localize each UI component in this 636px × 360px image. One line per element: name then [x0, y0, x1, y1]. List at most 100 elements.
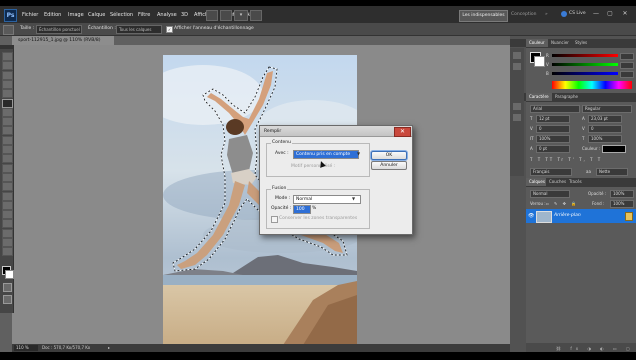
brush-tool-icon[interactable] [2, 117, 13, 127]
menu-3[interactable]: Calque [88, 12, 105, 18]
workspace-essentials-button[interactable]: Les indispensables [459, 10, 508, 22]
blend-mode-select[interactable]: Normal [530, 190, 570, 198]
quick-select-tool-icon[interactable] [2, 79, 13, 89]
document-tab[interactable]: sport-112915_1.jpg @ 110% (RVB/8) [12, 36, 114, 45]
tab-styles[interactable]: Styles [572, 39, 591, 47]
sample-size-select[interactable]: Échantillon ponctuel [36, 25, 82, 34]
menu-4[interactable]: Sélection [110, 12, 133, 18]
mode-select[interactable]: Normal [293, 195, 361, 204]
clone-stamp-tool-icon[interactable] [2, 126, 13, 136]
cs-live-button[interactable]: CS Live [569, 11, 586, 16]
tracking-field[interactable]: 0 [588, 125, 622, 133]
sample-layers-select[interactable]: Tous les calques [116, 25, 162, 34]
bridge-icon[interactable] [206, 10, 218, 21]
avec-dropdown-chevron-icon[interactable]: ▼ [357, 151, 360, 156]
leading-field[interactable]: 23,03 pt [588, 115, 622, 123]
cancel-button[interactable]: Annuler [371, 161, 407, 170]
eyedropper-tool-preset-icon[interactable] [3, 25, 14, 35]
screen-mode-icon[interactable] [3, 295, 12, 304]
language-select[interactable]: Français [530, 168, 572, 176]
fill-field[interactable]: 100% [610, 200, 634, 208]
preserve-transparency-checkbox[interactable] [271, 216, 278, 223]
color-ramp[interactable] [552, 81, 632, 89]
arrange-documents-icon[interactable] [250, 10, 262, 21]
layer-row-arriere-plan[interactable]: 👁 Arrière-plan [526, 209, 636, 223]
layer-name[interactable]: Arrière-plan [554, 213, 581, 218]
tab-couleur[interactable]: Couleur [526, 39, 548, 47]
font-style-select[interactable]: Regular [582, 105, 632, 113]
menu-6[interactable]: Analyse [157, 12, 177, 18]
pen-tool-icon[interactable] [2, 182, 13, 192]
marquee-tool-icon[interactable] [2, 61, 13, 71]
menu-0[interactable]: Fichier [22, 12, 38, 18]
tools-panel-header[interactable] [0, 45, 13, 49]
tab-traces[interactable]: Tracés [566, 178, 585, 186]
opacity-field[interactable]: 100% [610, 190, 634, 198]
slider-v[interactable] [552, 63, 618, 66]
tab-calques[interactable]: Calques [526, 178, 548, 186]
status-menu-arrow[interactable]: ▸ [108, 345, 110, 350]
value-v[interactable] [620, 62, 634, 69]
hand-tool-icon[interactable] [2, 238, 13, 247]
paragraph-panel-icon[interactable] [513, 114, 521, 121]
gradient-tool-icon[interactable] [2, 154, 13, 164]
slider-b[interactable] [552, 72, 618, 75]
baseline-field[interactable]: 0 pt [536, 145, 570, 153]
slider-r[interactable] [552, 54, 618, 57]
menu-5[interactable]: Filtre [138, 12, 150, 18]
layer-visibility-eye-icon[interactable]: 👁 [528, 213, 534, 219]
sampling-ring-checkbox[interactable]: ✓ [166, 26, 173, 33]
ok-button[interactable]: OK [371, 151, 407, 160]
dialog-close-button[interactable]: ✕ [394, 127, 411, 137]
history-panel-icon[interactable] [513, 52, 521, 59]
value-r[interactable] [620, 53, 634, 60]
font-family-select[interactable]: Arial [530, 105, 580, 113]
tab-nuancier[interactable]: Nuancier [548, 39, 572, 47]
blur-tool-icon[interactable] [2, 163, 13, 173]
maximize-button[interactable]: ▢ [604, 9, 616, 19]
character-panel-icon[interactable] [513, 103, 521, 110]
minibridge-icon[interactable] [220, 10, 232, 21]
layers-footer-buttons[interactable]: ⛓ fx ◑ ◐ ▭ ▢ 🗑 [556, 346, 636, 351]
minimize-button[interactable]: — [590, 9, 602, 19]
zoom-tool-icon[interactable] [2, 247, 13, 257]
3d-rotate-tool-icon[interactable] [2, 219, 13, 229]
3d-orbit-tool-icon[interactable] [2, 228, 13, 238]
eyedropper-tool-icon[interactable] [2, 98, 13, 108]
text-color-swatch[interactable] [602, 145, 626, 153]
lock-buttons[interactable]: ▫ ✎ ✥ 🔒 [546, 201, 578, 206]
avec-select[interactable]: Contenu pris en compte [293, 150, 359, 159]
path-select-tool-icon[interactable] [2, 200, 13, 210]
history-brush-tool-icon[interactable] [2, 135, 13, 145]
workspace-design-button[interactable]: Conception [511, 12, 536, 17]
kerning-field[interactable]: 0 [536, 125, 570, 133]
mode-dropdown-chevron-icon[interactable]: ▼ [352, 196, 355, 201]
opacite-input[interactable]: 100 [293, 205, 311, 214]
workspace-more-button[interactable]: » [545, 12, 548, 17]
horizontal-scale-field[interactable]: 100% [588, 135, 622, 143]
actions-panel-icon[interactable] [513, 63, 521, 70]
crop-tool-icon[interactable] [2, 89, 13, 99]
color-background-swatch[interactable] [534, 56, 545, 67]
dialog-titlebar[interactable]: Remplir ✕ [260, 126, 412, 137]
antialias-select[interactable]: Nette [596, 168, 628, 176]
vertical-scale-field[interactable]: 100% [536, 135, 570, 143]
quick-mask-icon[interactable] [3, 283, 12, 292]
healing-tool-icon[interactable] [2, 107, 13, 117]
font-size-field[interactable]: 12 pt [536, 115, 570, 123]
move-tool-icon[interactable] [2, 52, 13, 61]
shape-tool-icon[interactable] [2, 210, 13, 220]
value-b[interactable] [620, 71, 634, 78]
type-tool-icon[interactable] [2, 191, 13, 201]
tab-caractere[interactable]: Caractère [526, 93, 552, 101]
zoom-level-icon[interactable]: ▾ [234, 10, 248, 21]
menu-1[interactable]: Edition [44, 12, 61, 18]
tab-paragraphe[interactable]: Paragraphe [552, 93, 581, 101]
eraser-tool-icon[interactable] [2, 145, 13, 154]
menu-2[interactable]: Image [68, 12, 84, 18]
dodge-tool-icon[interactable] [2, 172, 13, 182]
background-color-swatch[interactable] [5, 270, 14, 279]
lasso-tool-icon[interactable] [2, 70, 13, 80]
zoom-field[interactable]: 110 % [14, 345, 38, 351]
text-style-buttons[interactable]: T T TT Tr T' T, T T [530, 157, 602, 162]
